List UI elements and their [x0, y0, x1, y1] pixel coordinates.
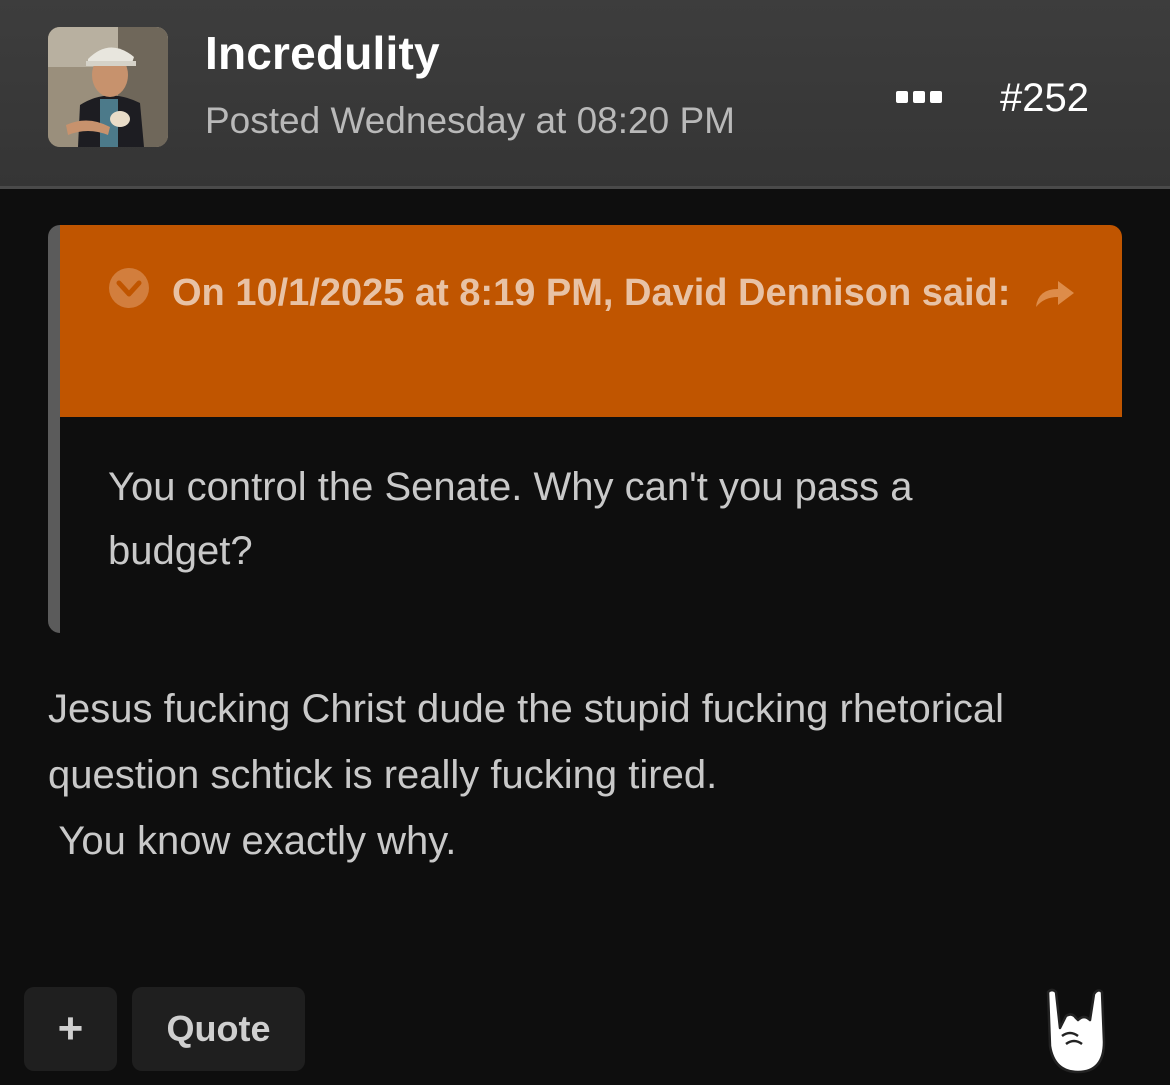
quote-block: On 10/1/2025 at 8:19 PM, David Dennison … — [48, 225, 1122, 633]
post-text: Jesus fucking Christ dude the stupid fuc… — [48, 687, 1005, 797]
author-name[interactable]: Incredulity — [205, 26, 440, 80]
ellipsis-icon-dot — [913, 91, 925, 103]
post-timestamp[interactable]: Posted Wednesday at 08:20 PM — [205, 100, 735, 142]
quote-citation-header: On 10/1/2025 at 8:19 PM, David Dennison … — [60, 225, 1122, 417]
post-text: You know exactly why. — [48, 819, 457, 863]
add-button[interactable]: + — [24, 987, 117, 1071]
post-header: Incredulity Posted Wednesday at 08:20 PM… — [0, 0, 1170, 189]
rock-on-hand-icon[interactable] — [1038, 984, 1114, 1076]
chevron-down-circle-icon[interactable] — [108, 267, 150, 309]
post-number-link[interactable]: #252 — [1000, 76, 1089, 121]
quote-citation: On 10/1/2025 at 8:19 PM, David Dennison … — [172, 272, 1011, 314]
ellipsis-icon-dot — [896, 91, 908, 103]
post-content: Jesus fucking Christ dude the stupid fuc… — [48, 676, 1128, 874]
forum-post: Incredulity Posted Wednesday at 08:20 PM… — [0, 0, 1170, 1085]
quoted-text: You control the Senate. Why can't you pa… — [108, 465, 913, 573]
avatar-photo — [48, 27, 168, 147]
more-options-button[interactable] — [888, 78, 950, 116]
ellipsis-icon-dot — [930, 91, 942, 103]
quote-button[interactable]: Quote — [132, 987, 305, 1071]
author-avatar[interactable] — [48, 27, 168, 147]
share-arrow-icon[interactable] — [1032, 275, 1078, 311]
